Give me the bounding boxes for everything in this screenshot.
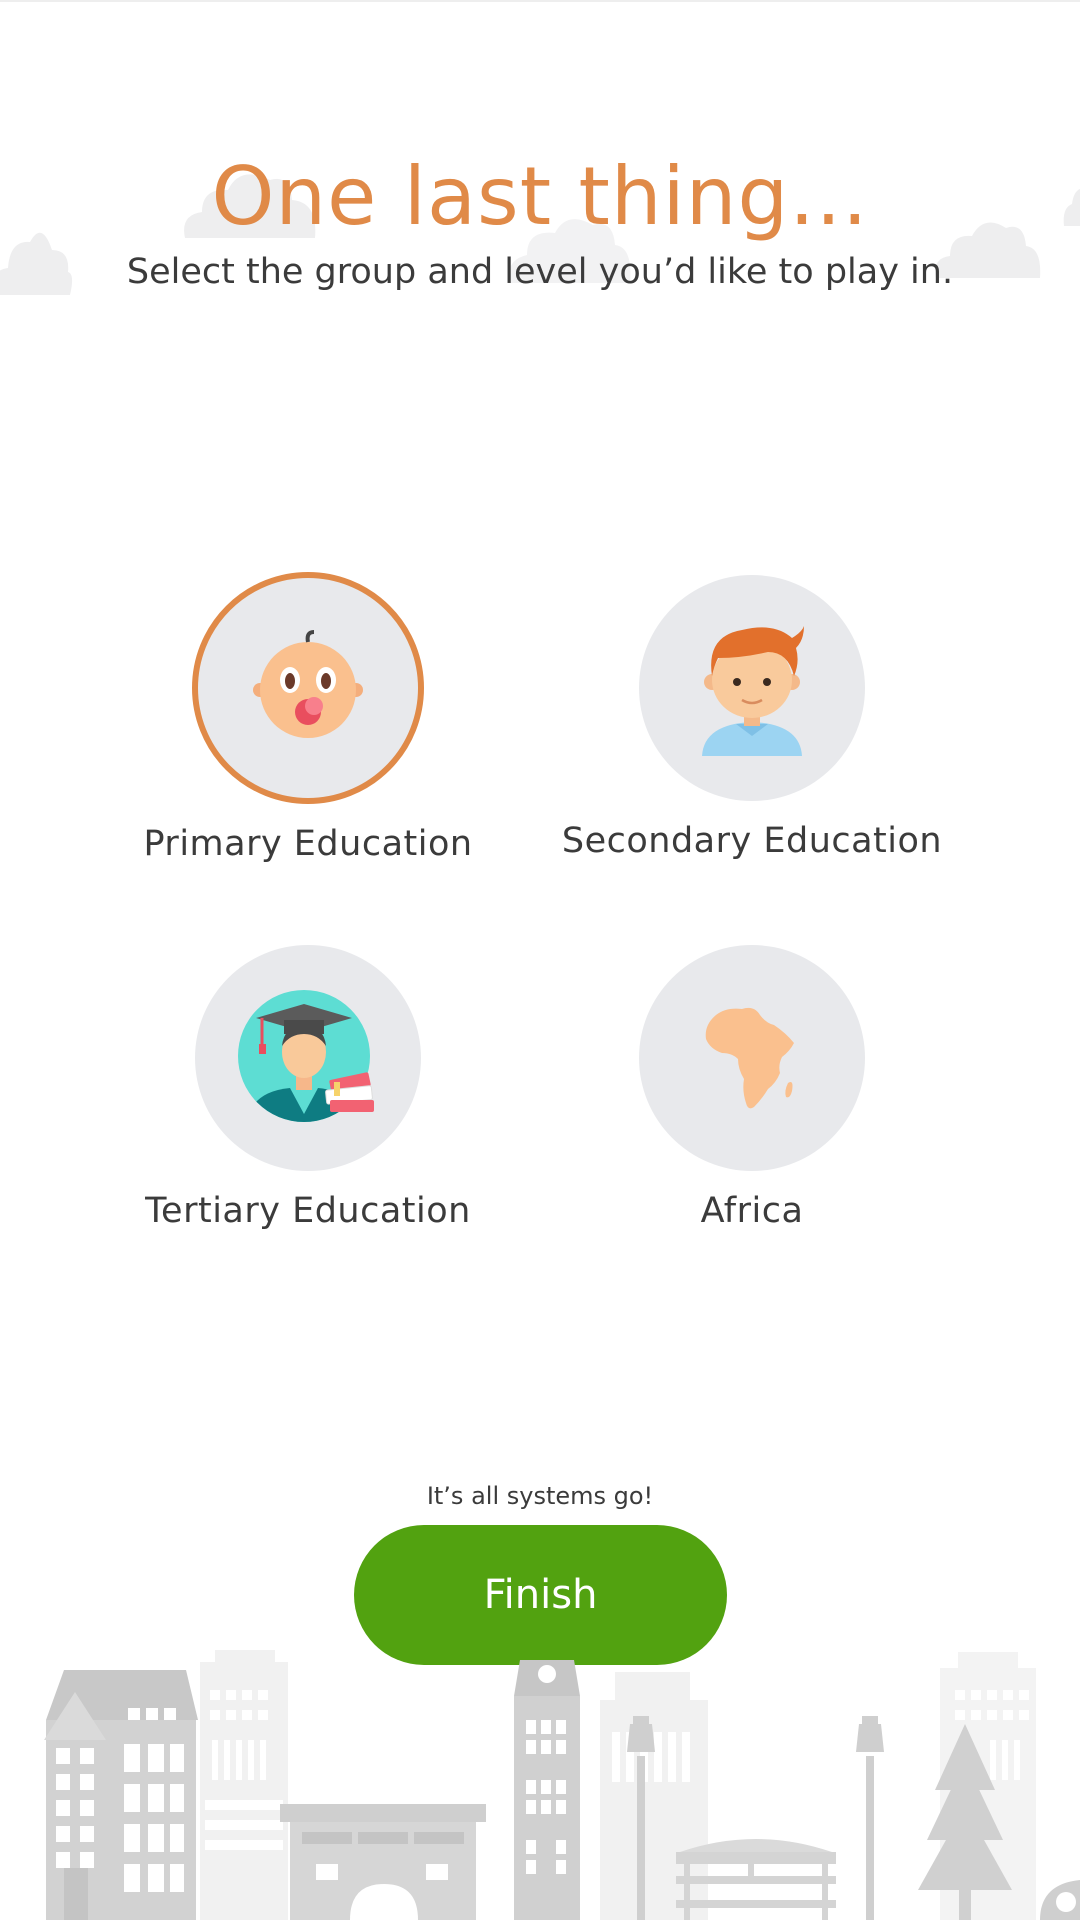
option-circle[interactable]	[195, 945, 421, 1171]
page-title: One last thing...	[211, 150, 869, 243]
option-africa[interactable]: Africa	[532, 945, 972, 1231]
graduate-icon	[238, 990, 374, 1122]
option-primary-education[interactable]: Primary Education	[88, 572, 528, 864]
option-label: Primary Education	[143, 824, 473, 864]
option-label: Africa	[700, 1191, 804, 1231]
option-circle[interactable]	[639, 945, 865, 1171]
option-circle-selected[interactable]	[192, 572, 424, 804]
baby-icon	[253, 630, 363, 738]
option-label: Secondary Education	[561, 821, 943, 861]
option-circle[interactable]	[639, 575, 865, 801]
option-secondary-education[interactable]: Secondary Education	[532, 575, 972, 861]
onboarding-screen: One last thing... Select the group and l…	[0, 0, 1080, 1920]
option-label: Tertiary Education	[145, 1191, 471, 1231]
africa-map-icon	[705, 1007, 794, 1109]
top-divider	[0, 0, 1080, 2]
page-subtitle: Select the group and level you’d like to…	[126, 252, 954, 292]
boy-icon	[702, 626, 804, 756]
city-skyline-illustration	[44, 1650, 1080, 1920]
option-tertiary-education[interactable]: Tertiary Education	[88, 945, 528, 1231]
status-message: It’s all systems go!	[426, 1482, 654, 1510]
